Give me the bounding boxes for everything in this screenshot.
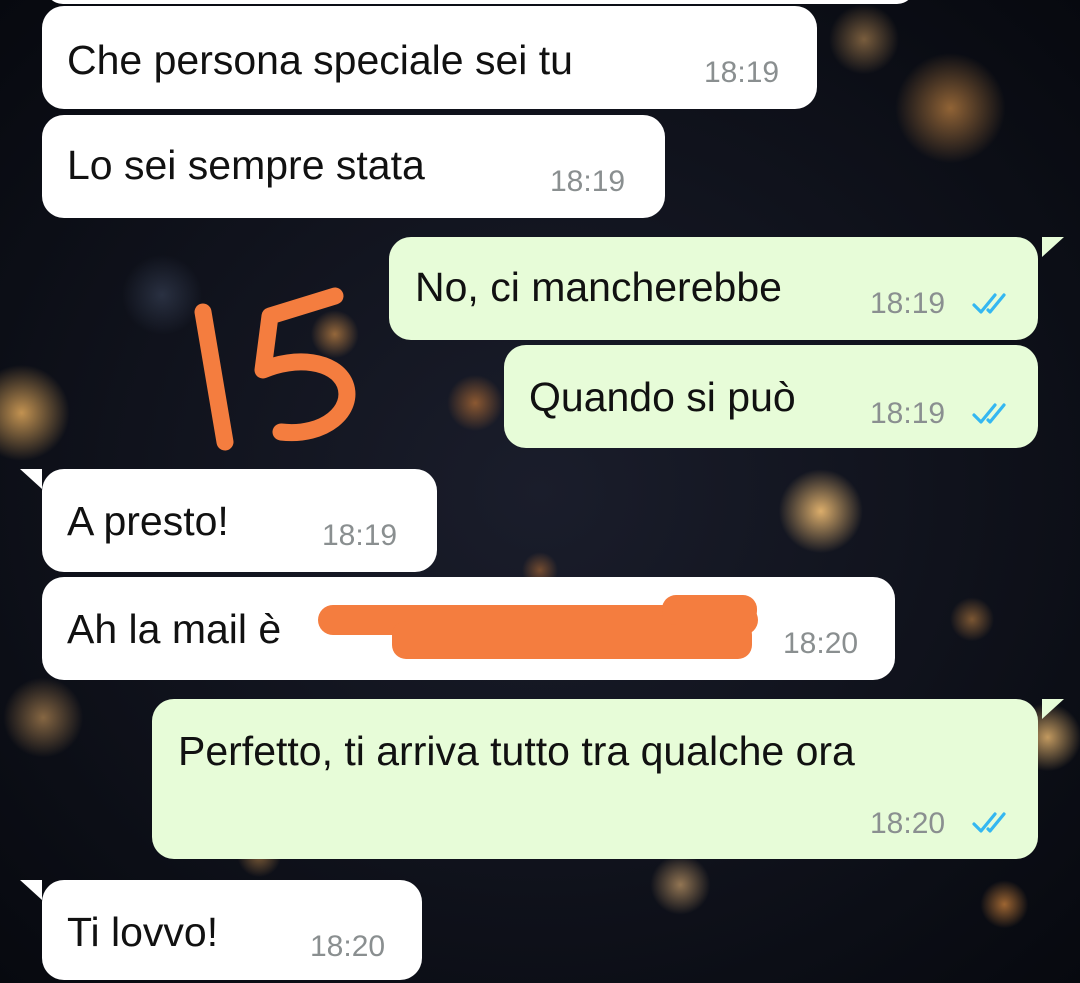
message-bubble-outgoing[interactable]: Perfetto, ti arriva tutto tra qualche or…: [152, 699, 1038, 859]
message-text: Ah la mail è: [67, 606, 282, 652]
message-bubble-outgoing[interactable]: Quando si può 18:19: [504, 345, 1038, 448]
message-timestamp: 18:19: [870, 397, 946, 430]
message-timestamp: 18:20: [783, 627, 859, 660]
message-timestamp: 18:20: [310, 930, 386, 963]
message-timestamp: 18:19: [322, 519, 398, 552]
message-bubble-outgoing[interactable]: No, ci mancherebbe 18:19: [389, 237, 1038, 340]
message-bubble-incoming[interactable]: Ti lovvo! 18:20: [42, 880, 422, 980]
message-timestamp: 18:20: [870, 807, 946, 840]
message-text: Quando si può: [529, 374, 796, 420]
bubble-tail: [20, 469, 42, 489]
bubble-tail: [1042, 699, 1064, 719]
message-bubble-incoming[interactable]: Che persona speciale sei tu 18:19: [42, 6, 817, 109]
message-text: No, ci mancherebbe: [415, 264, 782, 310]
message-text: Lo sei sempre stata: [67, 142, 425, 188]
bubble-tail: [20, 880, 42, 900]
message-bubble-incoming[interactable]: Lo sei sempre stata 18:19: [42, 115, 665, 218]
previous-message-edge: [45, 0, 915, 4]
bubble-tail: [1042, 237, 1064, 257]
message-text: Che persona speciale sei tu: [67, 37, 573, 83]
message-bubble-incoming[interactable]: A presto! 18:19: [42, 469, 437, 572]
message-text: A presto!: [67, 498, 229, 544]
handwritten-annotation: 15: [194, 287, 356, 451]
message-timestamp: 18:19: [704, 56, 780, 89]
double-check-icon: [972, 812, 1006, 833]
message-timestamp: 18:19: [550, 165, 626, 198]
double-check-icon: [972, 293, 1006, 314]
double-check-icon: [972, 403, 1006, 424]
message-text: Perfetto, ti arriva tutto tra qualche or…: [178, 728, 855, 774]
redaction-scribble: [318, 595, 758, 659]
message-timestamp: 18:19: [870, 287, 946, 320]
message-text: Ti lovvo!: [67, 909, 219, 955]
